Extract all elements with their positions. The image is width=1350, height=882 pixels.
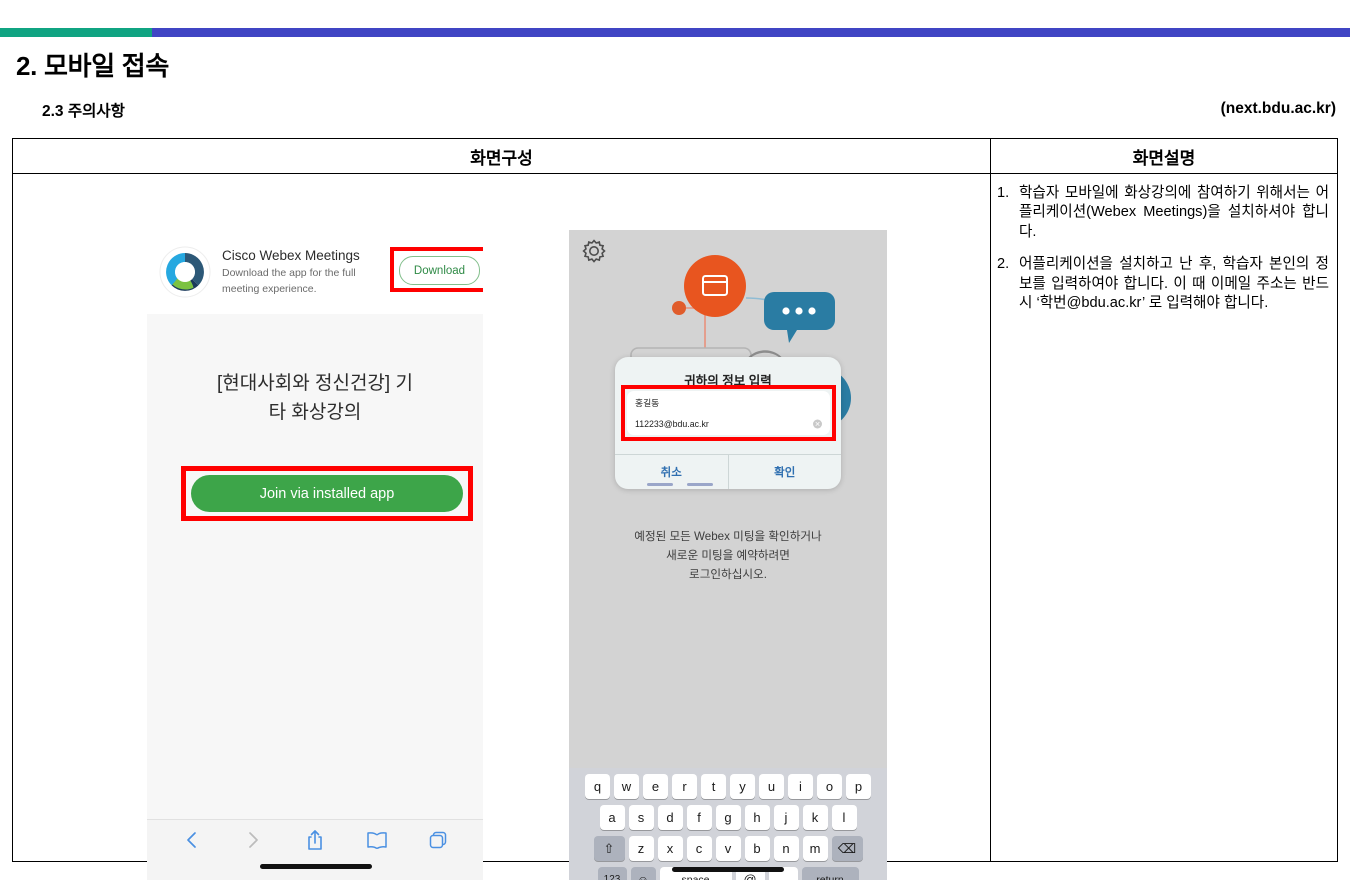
table-header-row: 화면구성 화면설명: [13, 139, 1337, 174]
list-item-number: 1.: [997, 185, 1010, 201]
email-field[interactable]: 112233@bdu.ac.kr ✕: [627, 413, 830, 435]
home-indicator-left: [260, 864, 372, 869]
dialog-input-fields: 홍길동 112233@bdu.ac.kr ✕: [627, 391, 830, 435]
keyboard-row-3: ⇧ z x c v b n m ⌫: [569, 836, 887, 861]
login-note-line2: 새로운 미팅을 예약하려면: [666, 549, 790, 563]
key-x[interactable]: x: [657, 836, 683, 861]
accent-bar-blue: [152, 28, 1350, 37]
login-note-line3: 로그인하십시오.: [689, 568, 767, 582]
login-note: 예정된 모든 Webex 미팅을 확인하거나 새로운 미팅을 예약하려면 로그인…: [569, 527, 887, 584]
keyboard-row-1: q w e r t y u i o p: [569, 774, 887, 799]
safari-toolbar: [147, 819, 483, 880]
column-header-screen: 화면구성: [13, 139, 991, 173]
back-chevron-icon[interactable]: [179, 827, 205, 853]
bookmarks-book-icon[interactable]: [364, 827, 390, 853]
left-phone-page-body: [현대사회와 정신건강] 기 타 화상강의 Join via installed…: [147, 314, 483, 880]
content-table: 화면구성 화면설명 Cisco Webex Meetings Download …: [12, 138, 1338, 880]
accent-bar-green: [0, 28, 152, 37]
onscreen-keyboard: q w e r t y u i o p a s d f g h j k l ⇧ …: [569, 768, 887, 880]
key-j[interactable]: j: [773, 805, 799, 830]
key-u[interactable]: u: [759, 774, 784, 799]
table-body-row: Cisco Webex Meetings Download the app fo…: [13, 174, 1337, 880]
key-s[interactable]: s: [628, 805, 654, 830]
list-item: 1. 학습자 모바일에 화상강의에 참여하기 위해서는 어플리케이션(Webex…: [997, 184, 1329, 242]
share-icon[interactable]: [302, 827, 328, 853]
left-phone-screenshot: Cisco Webex Meetings Download the app fo…: [147, 230, 483, 880]
key-g[interactable]: g: [715, 805, 741, 830]
key-z[interactable]: z: [628, 836, 654, 861]
key-e[interactable]: e: [643, 774, 668, 799]
description-list: 1. 학습자 모바일에 화상강의에 참여하기 위해서는 어플리케이션(Webex…: [997, 184, 1329, 313]
settings-gear-icon[interactable]: [581, 238, 607, 264]
key-backspace[interactable]: ⌫: [831, 836, 863, 861]
list-item-text: 어플리케이션을 설치하고 난 후, 학습자 본인의 정보를 입력하여야 합니다.…: [1019, 256, 1329, 312]
clear-field-icon[interactable]: ✕: [813, 419, 822, 429]
download-button[interactable]: Download: [399, 256, 480, 285]
key-emoji-icon[interactable]: ☺: [630, 867, 656, 880]
key-p[interactable]: p: [846, 774, 871, 799]
key-b[interactable]: b: [744, 836, 770, 861]
key-o[interactable]: o: [817, 774, 842, 799]
key-r[interactable]: r: [672, 774, 697, 799]
key-w[interactable]: w: [614, 774, 639, 799]
key-m[interactable]: m: [802, 836, 828, 861]
key-k[interactable]: k: [802, 805, 828, 830]
list-item: 2. 어플리케이션을 설치하고 난 후, 학습자 본인의 정보를 입력하여야 합…: [997, 255, 1329, 313]
name-field-value: 홍길동: [635, 397, 660, 408]
screen-description-cell: 1. 학습자 모바일에 화상강의에 참여하기 위해서는 어플리케이션(Webex…: [991, 174, 1337, 862]
dialog-bottom-marks: [647, 483, 717, 487]
key-return[interactable]: return: [801, 867, 859, 880]
key-h[interactable]: h: [744, 805, 770, 830]
key-a[interactable]: a: [599, 805, 625, 830]
key-t[interactable]: t: [701, 774, 726, 799]
home-indicator-right: [672, 867, 784, 872]
section-subtitle: 2.3 주의사항: [42, 103, 125, 120]
tabs-icon[interactable]: [425, 827, 451, 853]
join-via-installed-app-button[interactable]: Join via installed app: [191, 475, 463, 512]
screen-composition-cell: Cisco Webex Meetings Download the app fo…: [13, 174, 991, 880]
page-title: 2. 모바일 접속: [16, 51, 170, 81]
key-y[interactable]: y: [730, 774, 755, 799]
meeting-title-line2: 타 화상강의: [268, 401, 362, 423]
key-f[interactable]: f: [686, 805, 712, 830]
right-phone-screenshot: 귀하의 정보 입력 취소 확인 홍길동 112233@bdu.ac.kr ✕ 예…: [569, 230, 887, 880]
site-url-label: (next.bdu.ac.kr): [1220, 100, 1336, 117]
login-note-line1: 예정된 모든 Webex 미팅을 확인하거나: [634, 530, 822, 543]
keyboard-row-2: a s d f g h j k l: [569, 805, 887, 830]
meeting-title: [현대사회와 정신건강] 기 타 화상강의: [165, 370, 465, 427]
top-accent-bar: [0, 28, 1350, 37]
key-n[interactable]: n: [773, 836, 799, 861]
meeting-title-line1: [현대사회와 정신건강] 기: [217, 373, 413, 394]
key-c[interactable]: c: [686, 836, 712, 861]
list-item-number: 2.: [997, 256, 1010, 273]
name-field[interactable]: 홍길동: [627, 391, 830, 413]
webex-logo-icon: [159, 246, 211, 298]
list-item-text: 학습자 모바일에 화상강의에 참여하기 위해서는 어플리케이션(Webex Me…: [1019, 185, 1329, 240]
column-header-description: 화면설명: [1132, 148, 1196, 168]
key-l[interactable]: l: [831, 805, 857, 830]
key-q[interactable]: q: [585, 774, 610, 799]
forward-chevron-icon[interactable]: [240, 827, 266, 853]
email-field-value: 112233@bdu.ac.kr: [635, 419, 709, 429]
key-v[interactable]: v: [715, 836, 741, 861]
key-shift[interactable]: ⇧: [593, 836, 625, 861]
key-d[interactable]: d: [657, 805, 683, 830]
key-numbers[interactable]: 123: [597, 867, 627, 880]
key-i[interactable]: i: [788, 774, 813, 799]
dialog-confirm-button[interactable]: 확인: [729, 455, 842, 489]
